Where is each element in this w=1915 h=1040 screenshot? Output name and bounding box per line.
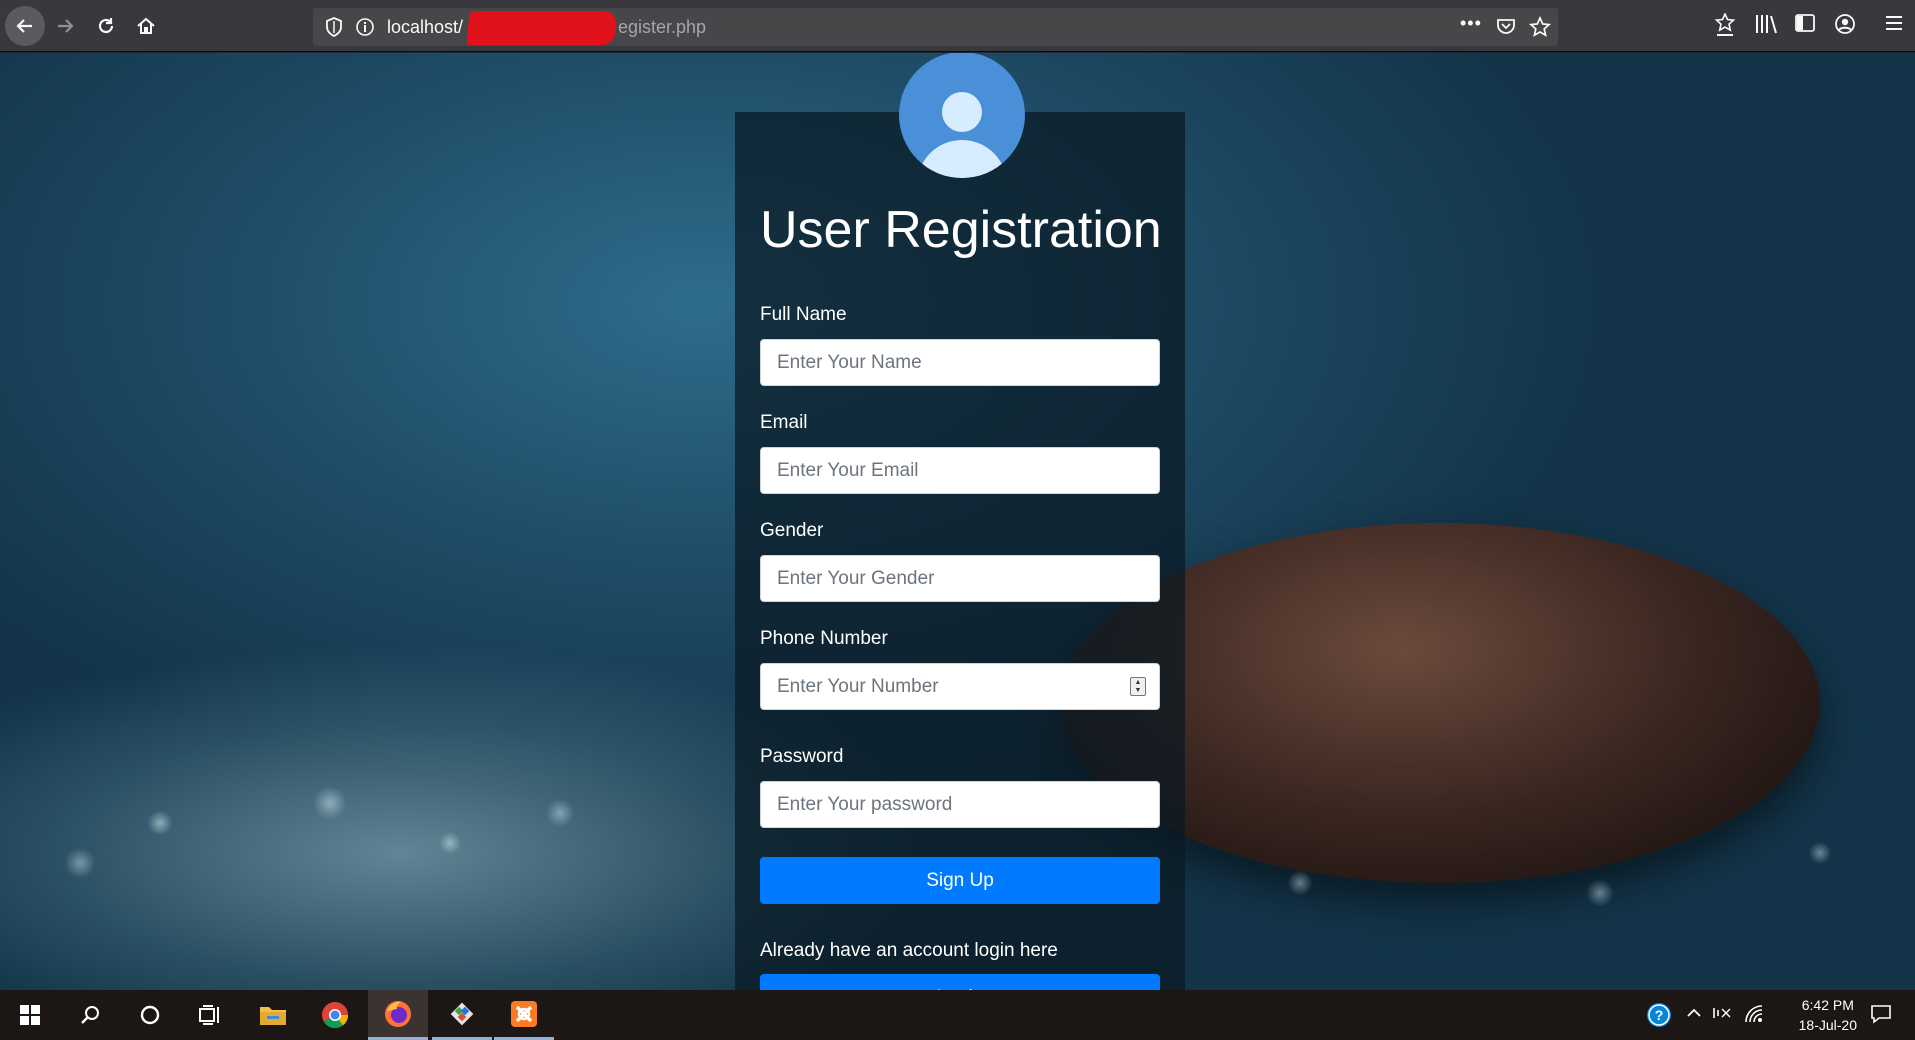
folder-icon — [260, 1007, 286, 1025]
full-name-label: Full Name — [760, 304, 847, 325]
url-host: localhost/ — [387, 17, 464, 37]
xampp-button[interactable] — [494, 990, 554, 1040]
phone-input[interactable] — [760, 663, 1160, 710]
svg-text:?: ? — [1655, 1007, 1664, 1023]
git-icon — [450, 1002, 474, 1025]
bookmark-star-icon[interactable] — [1528, 15, 1552, 43]
registration-card: User Registration Full Name Email Gender… — [735, 53, 1185, 990]
arrow-right-icon — [58, 19, 74, 33]
cortana-button[interactable] — [122, 990, 178, 1040]
password-input[interactable] — [760, 781, 1160, 828]
redaction-mark — [466, 11, 618, 45]
firefox-button[interactable] — [368, 990, 428, 1040]
library-icon[interactable] — [1754, 13, 1778, 40]
email-label: Email — [760, 412, 808, 433]
email-input[interactable] — [760, 447, 1160, 494]
reload-icon — [98, 18, 114, 34]
reload-button[interactable] — [86, 6, 126, 46]
sidebar-icon[interactable] — [1794, 13, 1816, 38]
home-icon — [137, 17, 155, 34]
gender-input[interactable] — [760, 555, 1160, 602]
number-spinner-icon[interactable]: ▲ ▼ — [1130, 677, 1146, 696]
home-button[interactable] — [126, 6, 166, 46]
clock-date: 18-Jul-20 — [1798, 1017, 1857, 1033]
cortana-icon — [140, 1005, 160, 1025]
back-button[interactable] — [5, 6, 45, 46]
menu-icon[interactable] — [1884, 13, 1904, 38]
chevron-up-icon[interactable] — [1685, 1004, 1703, 1027]
wifi-icon[interactable] — [1744, 1004, 1764, 1029]
user-avatar-icon — [899, 53, 1025, 178]
shield-icon[interactable] — [325, 17, 343, 42]
sign-up-button[interactable]: Sign Up — [760, 857, 1160, 904]
arrow-left-icon — [16, 19, 32, 33]
git-app-button[interactable] — [432, 990, 492, 1040]
taskbar: ? 6:42 PM 18-Jul-20 — [0, 990, 1915, 1040]
phone-field-wrapper: ▲▼ — [735, 663, 1185, 710]
clock-time: 6:42 PM — [1801, 997, 1854, 1013]
file-explorer-button[interactable] — [245, 990, 301, 1040]
url-bar[interactable]: localhost/ egister.php ••• — [313, 8, 1558, 46]
task-view-icon — [199, 1005, 219, 1025]
page-actions-icon[interactable]: ••• — [1460, 13, 1482, 34]
downloads-star-icon[interactable] — [1714, 12, 1736, 42]
url-path: egister.php — [618, 17, 707, 37]
password-label: Password — [760, 746, 844, 767]
gender-label: Gender — [760, 520, 824, 541]
browser-toolbar: localhost/ egister.php ••• — [0, 0, 1915, 52]
login-button[interactable]: Login — [760, 974, 1160, 990]
notifications-icon[interactable] — [1870, 1004, 1892, 1029]
help-icon[interactable]: ? — [1646, 1002, 1672, 1033]
login-hint-text: Already have an account login here — [760, 940, 1058, 961]
start-button[interactable] — [2, 990, 58, 1040]
page-background: User Registration Full Name Email Gender… — [0, 53, 1915, 990]
power-status-icon[interactable] — [1712, 1004, 1734, 1027]
page-title: User Registration — [760, 201, 1162, 259]
firefox-icon — [385, 1000, 411, 1027]
task-view-button[interactable] — [182, 990, 238, 1040]
forward-button[interactable] — [45, 6, 85, 46]
info-icon[interactable] — [355, 17, 375, 42]
search-icon — [81, 1006, 99, 1024]
chrome-button[interactable] — [307, 990, 363, 1040]
phone-label: Phone Number — [760, 628, 888, 649]
chrome-icon — [322, 1002, 349, 1029]
xampp-icon — [511, 1000, 537, 1027]
pocket-icon[interactable] — [1496, 16, 1516, 41]
search-button[interactable] — [62, 990, 118, 1040]
system-clock[interactable]: 6:42 PM 18-Jul-20 — [1799, 995, 1857, 1035]
full-name-input[interactable] — [760, 339, 1160, 386]
windows-icon — [20, 1005, 40, 1025]
account-icon[interactable] — [1834, 13, 1856, 40]
